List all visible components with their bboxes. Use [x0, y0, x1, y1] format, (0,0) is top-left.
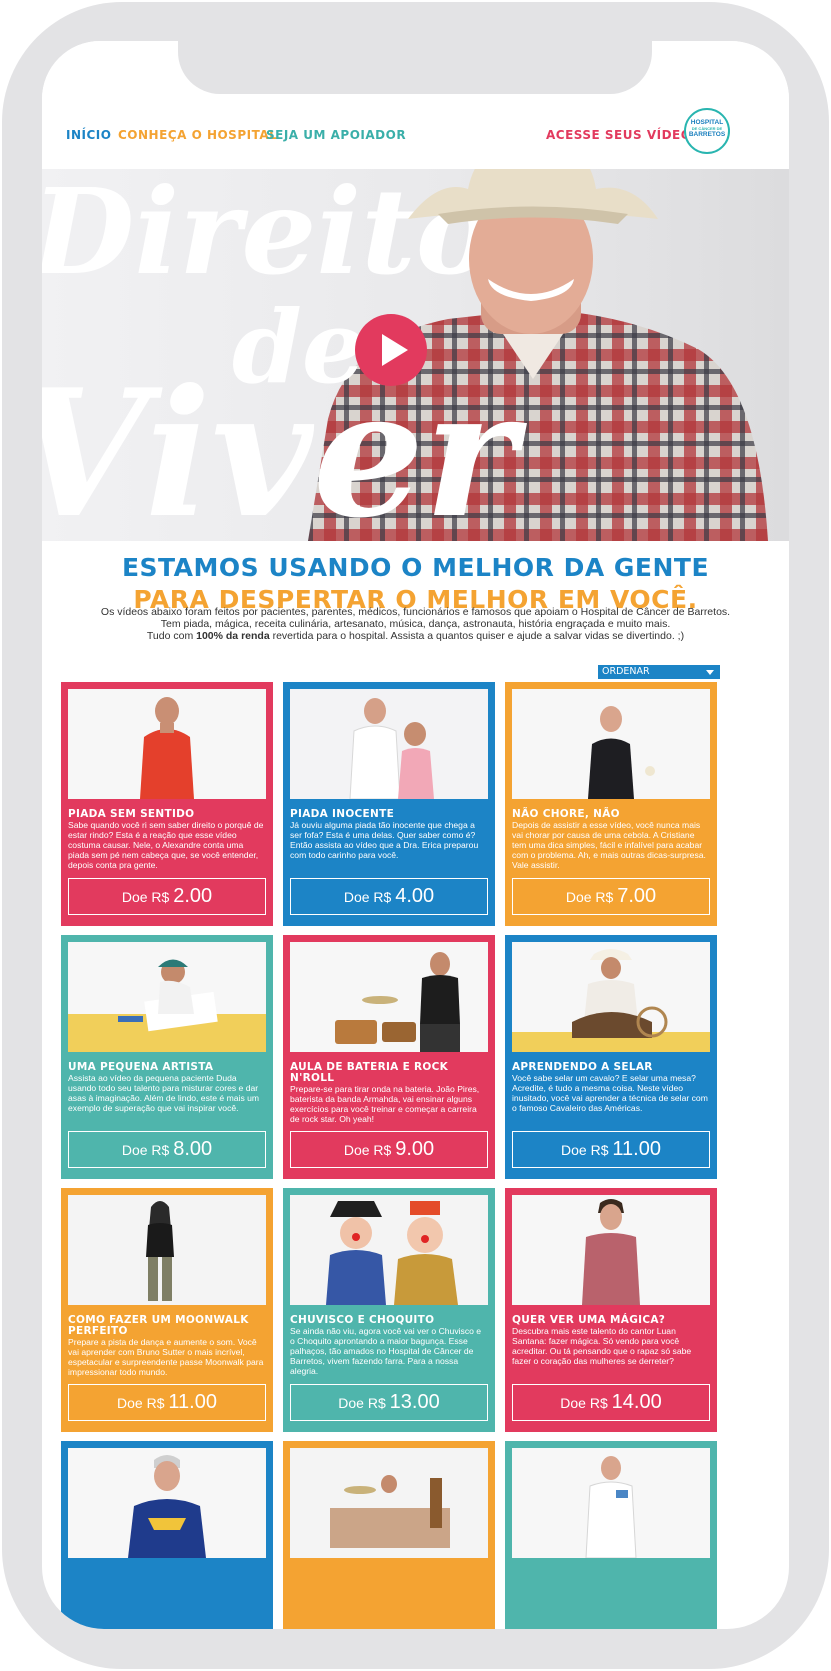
- donate-button[interactable]: Doe R$ 2.00: [68, 878, 266, 915]
- video-description: Descubra mais este talento do cantor Lua…: [512, 1326, 692, 1366]
- sort-label: ORDENAR: [602, 666, 650, 677]
- logo-line-3: BARRETOS: [688, 131, 726, 138]
- headline-line-1: ESTAMOS USANDO O MELHOR DA GENTE: [121, 553, 710, 582]
- hospital-logo[interactable]: HOSPITAL DE CÂNCER DE BARRETOS: [684, 108, 730, 154]
- donate-amount: 2.00: [173, 885, 213, 907]
- play-button[interactable]: [355, 314, 427, 386]
- intro-p3-end: revertida para o hospital. Assista a qua…: [269, 630, 685, 642]
- phone-frame: INÍCIO CONHEÇA O HOSPITAL SEJA UM APOIAD…: [0, 0, 831, 1671]
- video-thumbnail[interactable]: [68, 689, 266, 799]
- donate-button[interactable]: Doe R$ 11.00: [68, 1384, 266, 1421]
- video-card[interactable]: CHUVISCO E CHOQUITO Se ainda não viu, ag…: [283, 1188, 495, 1432]
- video-card[interactable]: APRENDENDO A SELAR Você sabe selar um ca…: [505, 935, 717, 1179]
- donate-prefix: Doe R$: [343, 889, 392, 905]
- nav-conheca-hospital[interactable]: CONHEÇA O HOSPITAL: [118, 128, 277, 142]
- donate-amount: 11.00: [612, 1138, 661, 1160]
- nav-inicio[interactable]: INÍCIO: [66, 128, 111, 142]
- video-title: PIADA SEM SENTIDO: [68, 808, 195, 820]
- logo-line-1: HOSPITAL: [690, 119, 724, 126]
- video-description: Depois de assistir a esse vídeo, você nu…: [512, 820, 706, 870]
- video-card[interactable]: [61, 1441, 273, 1629]
- video-thumbnail[interactable]: [512, 1195, 710, 1305]
- donate-prefix: Doe R$: [561, 1142, 609, 1158]
- video-description: Se ainda não viu, agora você vai ver o C…: [290, 1326, 482, 1376]
- hero-word-3: Viver: [42, 352, 517, 541]
- donate-amount: 13.00: [389, 1391, 440, 1413]
- donate-prefix: Doe R$: [560, 1395, 608, 1411]
- nav-seja-apoiador[interactable]: SEJA UM APOIADOR: [266, 128, 406, 142]
- video-title: AULA DE BATERIA E ROCK N'ROLL: [290, 1061, 449, 1084]
- video-thumbnail[interactable]: [68, 1195, 266, 1305]
- intro-text: Os vídeos abaixo foram feitos por pacien…: [72, 606, 759, 642]
- nav-acesse-videos[interactable]: ACESSE SEUS VÍDEOS: [546, 128, 701, 142]
- video-thumbnail[interactable]: [68, 942, 266, 1052]
- video-thumbnail[interactable]: [512, 689, 710, 799]
- intro-paragraph-1: Os vídeos abaixo foram feitos por pacien…: [100, 606, 731, 618]
- video-thumbnail[interactable]: [512, 942, 710, 1052]
- video-description: Assista ao vídeo da pequena paciente Dud…: [68, 1073, 260, 1113]
- video-card[interactable]: [505, 1441, 717, 1629]
- donate-button[interactable]: Doe R$ 11.00: [512, 1131, 710, 1168]
- video-title: CHUVISCO E CHOQUITO: [290, 1314, 435, 1326]
- video-title: UMA PEQUENA ARTISTA: [68, 1061, 214, 1073]
- intro-paragraph-3: Tudo com 100% da renda revertida para o …: [72, 630, 759, 642]
- intro-p3-start: Tudo com: [146, 630, 197, 642]
- donate-amount: 4.00: [395, 885, 435, 907]
- video-card[interactable]: PIADA INOCENTE Já ouviu alguma piada tão…: [283, 682, 495, 926]
- video-title: COMO FAZER UM MOONWALK PERFEITO: [68, 1314, 249, 1337]
- hero-banner: Direito de Viver: [42, 169, 789, 541]
- donate-button[interactable]: Doe R$ 4.00: [290, 878, 488, 915]
- donate-button[interactable]: Doe R$ 9.00: [290, 1131, 488, 1168]
- video-thumbnail[interactable]: [512, 1448, 710, 1559]
- intro-p3-bold: 100% da renda: [196, 630, 270, 642]
- video-card[interactable]: UMA PEQUENA ARTISTA Assista ao vídeo da …: [61, 935, 273, 1179]
- video-title: PIADA INOCENTE: [290, 808, 395, 820]
- donate-button[interactable]: Doe R$ 13.00: [290, 1384, 488, 1421]
- donate-prefix: Doe R$: [338, 1395, 386, 1411]
- video-description: Você sabe selar um cavalo? E selar uma m…: [512, 1073, 708, 1113]
- video-card[interactable]: [283, 1441, 495, 1629]
- video-card[interactable]: NÃO CHORE, NÃO Depois de assistir a esse…: [505, 682, 717, 926]
- donate-prefix: Doe R$: [343, 1142, 392, 1158]
- video-thumbnail[interactable]: [290, 689, 488, 800]
- video-title: NÃO CHORE, NÃO: [512, 808, 620, 820]
- intro-paragraph-2: Tem piada, mágica, receita culinária, ar…: [160, 618, 671, 630]
- donate-amount: 8.00: [173, 1138, 213, 1160]
- video-description: Sabe quando você ri sem saber direito o …: [68, 820, 264, 870]
- donate-button[interactable]: Doe R$ 7.00: [512, 878, 710, 915]
- donate-amount: 7.00: [617, 885, 657, 907]
- chevron-down-icon: [706, 670, 714, 675]
- video-card[interactable]: PIADA SEM SENTIDO Sabe quando você ri se…: [61, 682, 273, 926]
- video-thumbnail[interactable]: [68, 1448, 266, 1558]
- video-description: Já ouviu alguma piada tão inocente que c…: [290, 820, 479, 860]
- video-thumbnail[interactable]: [290, 1195, 488, 1305]
- donate-amount: 14.00: [611, 1391, 662, 1413]
- donate-amount: 9.00: [395, 1138, 435, 1160]
- phone-notch: [178, 41, 652, 94]
- donate-prefix: Doe R$: [121, 1142, 170, 1158]
- video-card[interactable]: AULA DE BATERIA E ROCK N'ROLL Prepare-se…: [283, 935, 495, 1179]
- video-card[interactable]: COMO FAZER UM MOONWALK PERFEITO Prepare …: [61, 1188, 273, 1432]
- video-title: QUER VER UMA MÁGICA?: [512, 1314, 666, 1326]
- video-title: APRENDENDO A SELAR: [512, 1061, 653, 1073]
- donate-button[interactable]: Doe R$ 8.00: [68, 1131, 266, 1168]
- donate-prefix: Doe R$: [117, 1395, 165, 1411]
- video-card[interactable]: QUER VER UMA MÁGICA? Descubra mais este …: [505, 1188, 717, 1432]
- donate-button[interactable]: Doe R$ 14.00: [512, 1384, 710, 1421]
- sort-dropdown[interactable]: ORDENAR: [598, 665, 720, 679]
- donate-prefix: Doe R$: [565, 889, 614, 905]
- donate-amount: 11.00: [168, 1391, 217, 1413]
- video-thumbnail[interactable]: [290, 1448, 488, 1558]
- donate-prefix: Doe R$: [121, 889, 170, 905]
- screen: INÍCIO CONHEÇA O HOSPITAL SEJA UM APOIAD…: [42, 41, 789, 1629]
- video-thumbnail[interactable]: [290, 942, 488, 1052]
